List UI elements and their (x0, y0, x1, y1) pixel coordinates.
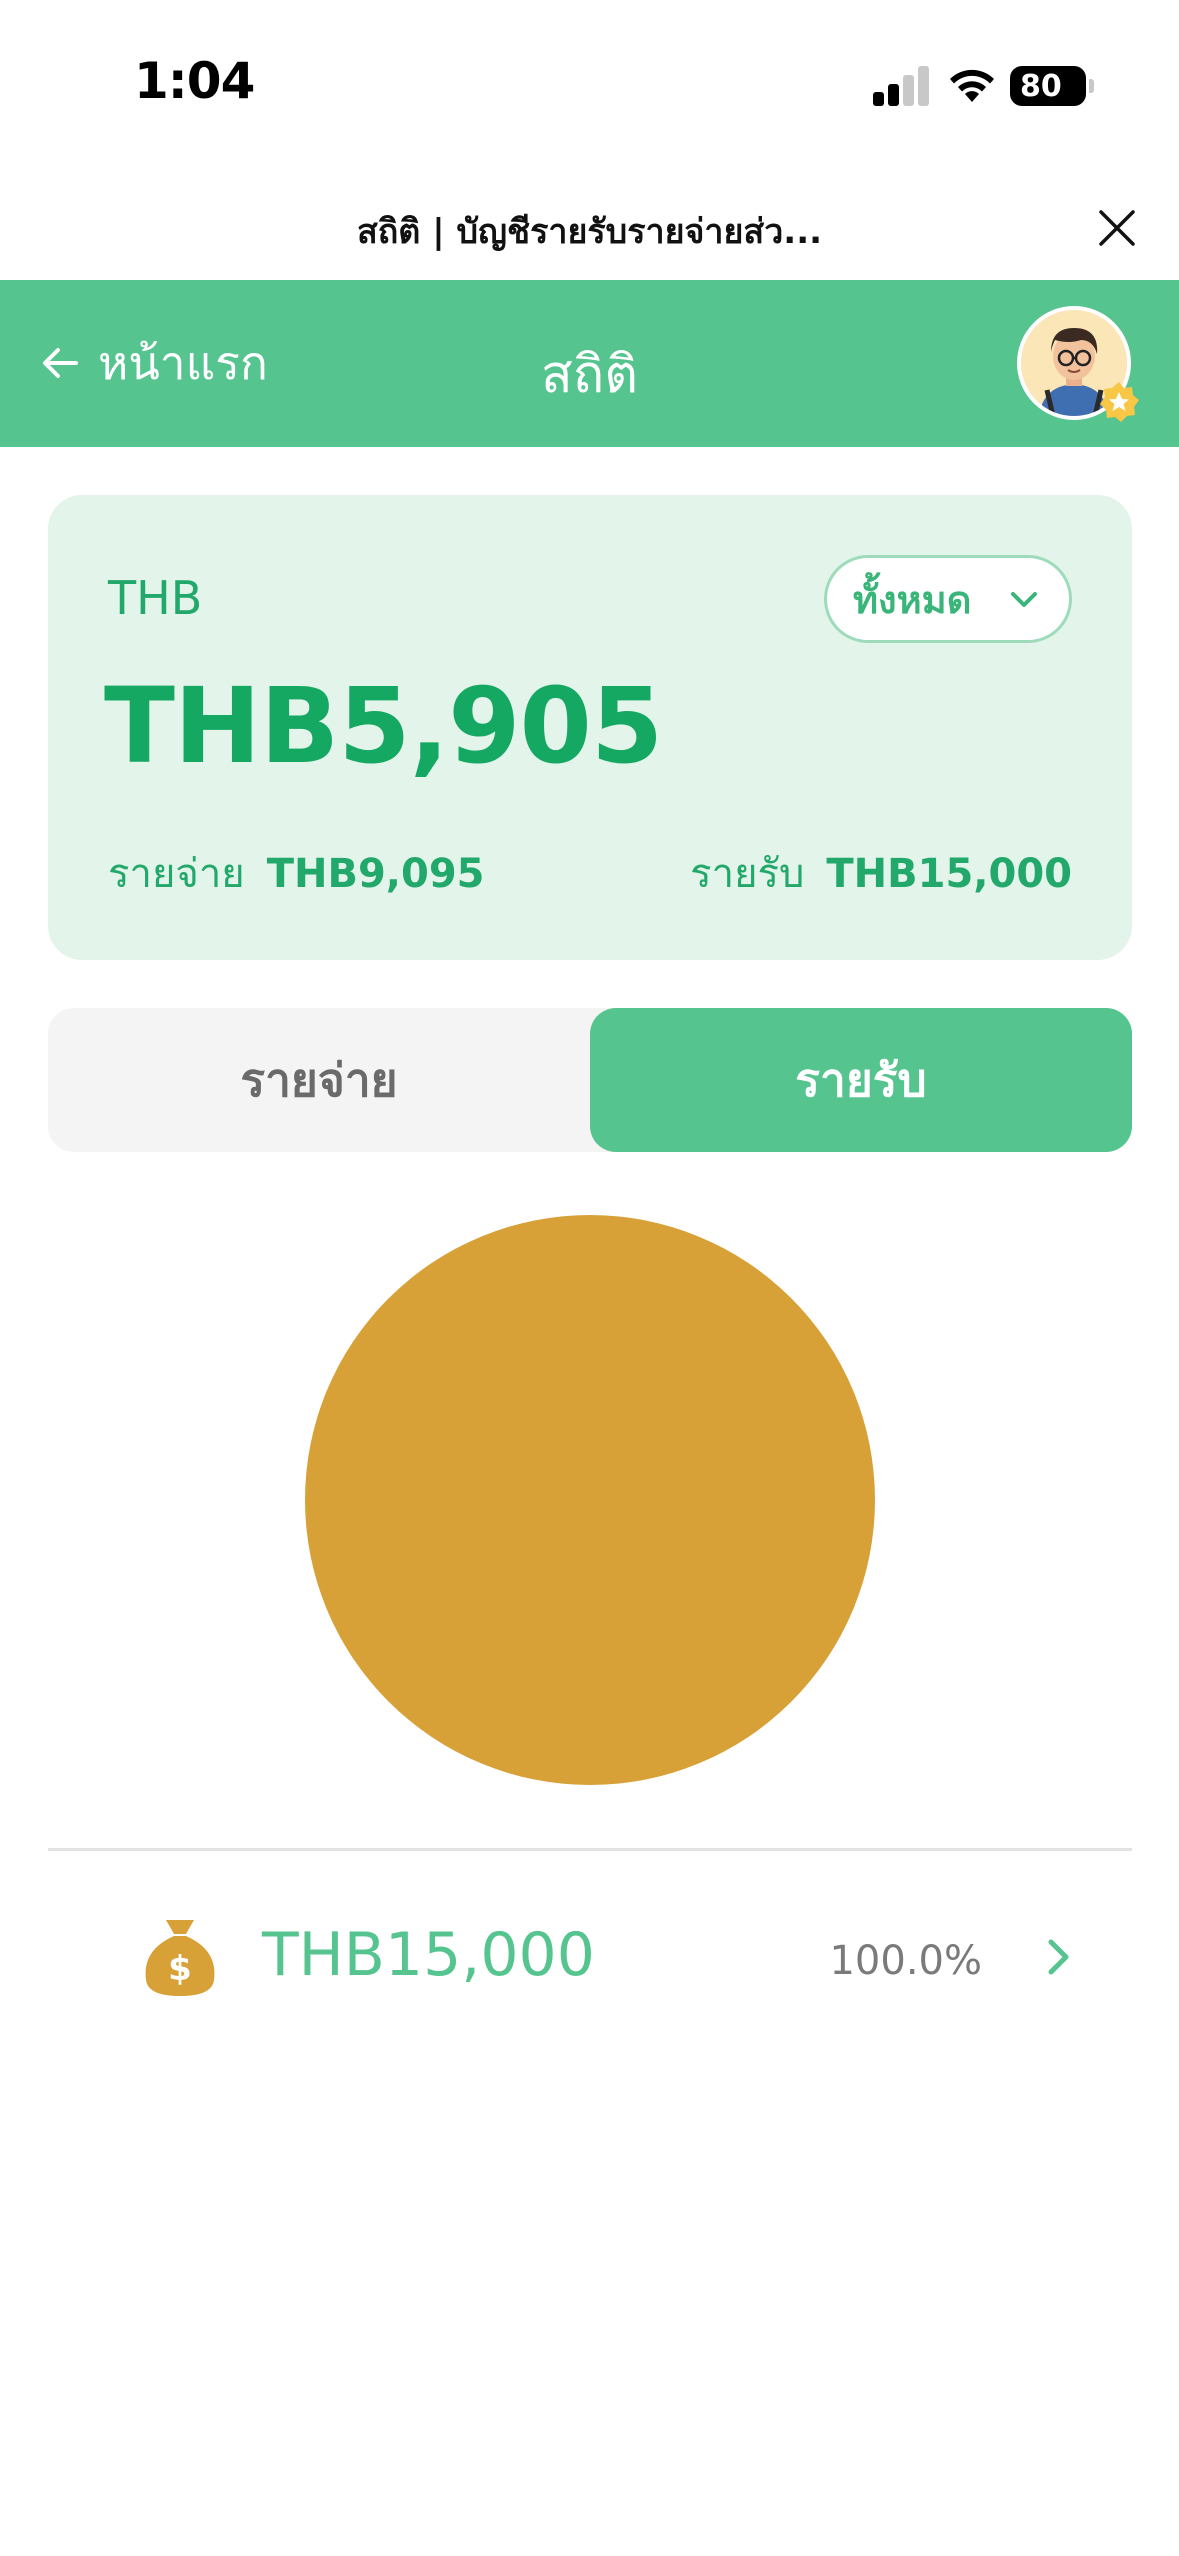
avatar[interactable] (1017, 306, 1139, 422)
category-amount: THB15,000 (262, 1920, 595, 1990)
money-bag-icon: $ (145, 1920, 215, 1996)
expense-value: THB9,095 (266, 851, 485, 897)
income-label: รายรับ (690, 851, 805, 897)
cellular-signal-icon (873, 66, 931, 106)
divider (48, 1848, 1132, 1851)
page-title: สถิติ (541, 345, 638, 405)
expense-summary: รายจ่าย THB9,095 (108, 841, 485, 905)
type-segmented-control: รายจ่าย รายรับ (48, 1008, 1132, 1152)
webview-title-bar: สถิติ | บัญชีรายรับรายจ่ายส่ว... (0, 170, 1179, 280)
wifi-icon (950, 69, 994, 102)
chevron-right-icon (1048, 1939, 1069, 1975)
expense-label: รายจ่าย (108, 851, 245, 897)
close-icon[interactable] (1095, 206, 1139, 250)
balance-summary-card: THB ทั้งหมด THB5,905 รายจ่าย THB9,095 ราย… (48, 495, 1132, 960)
status-time: 1:04 (134, 52, 255, 110)
income-pie-chart (305, 1215, 875, 1785)
battery-cap (1089, 79, 1094, 93)
currency-label: THB (108, 571, 203, 625)
svg-text:$: $ (168, 1949, 192, 1989)
status-bar: 1:04 80 (0, 0, 1179, 170)
battery-indicator: 80 (1010, 66, 1086, 106)
category-percent: 100.0% (829, 1938, 982, 1984)
app-header: หน้าแรก สถิติ (0, 280, 1179, 447)
battery-level: 80 (1020, 68, 1062, 104)
income-summary: รายรับ THB15,000 (690, 841, 1072, 905)
tab-expense[interactable]: รายจ่าย (48, 1008, 590, 1152)
income-value: THB15,000 (826, 851, 1072, 897)
chevron-down-icon (1011, 592, 1037, 607)
webview-title: สถิติ | บัญชีรายรับรายจ่ายส่ว... (356, 212, 823, 252)
category-list-item[interactable]: $ THB15,000 100.0% (48, 1880, 1132, 2040)
filter-label: ทั้งหมด (853, 577, 972, 622)
tab-income[interactable]: รายรับ (590, 1008, 1132, 1152)
pie-slice-0 (305, 1215, 875, 1785)
balance-amount: THB5,905 (104, 665, 663, 787)
period-filter-dropdown[interactable]: ทั้งหมด (824, 555, 1072, 643)
star-badge-icon (1100, 382, 1139, 422)
